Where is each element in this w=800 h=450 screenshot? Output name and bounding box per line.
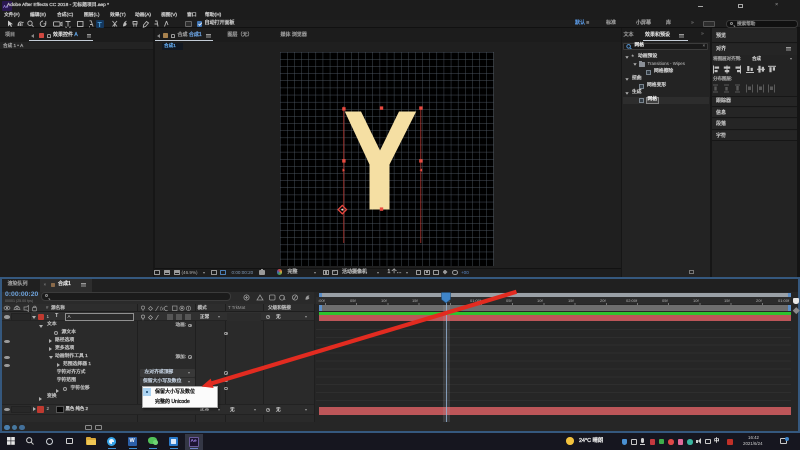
svg-text:fx: fx <box>160 306 164 312</box>
